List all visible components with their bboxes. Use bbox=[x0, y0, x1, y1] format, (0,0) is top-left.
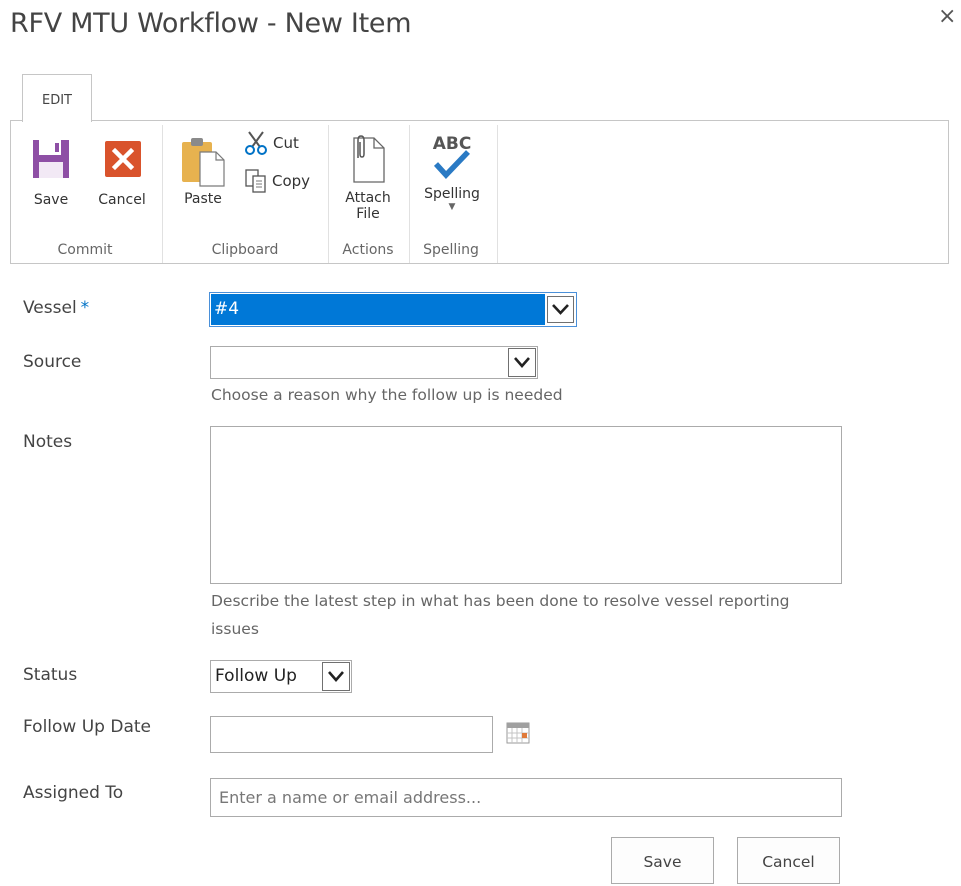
cancel-button[interactable]: Cancel bbox=[95, 138, 149, 208]
attach-label-2: File bbox=[356, 206, 380, 222]
vessel-label: Vessel * bbox=[23, 298, 90, 318]
required-indicator: * bbox=[80, 298, 90, 318]
paste-label: Paste bbox=[184, 191, 222, 207]
notes-hint: Describe the latest step in what has bee… bbox=[211, 592, 790, 638]
notes-label: Notes bbox=[23, 432, 73, 452]
source-hint: Choose a reason why the follow up is nee… bbox=[211, 386, 563, 404]
attach-file-button[interactable]: Attach File bbox=[340, 134, 396, 222]
group-label-clipboard: Clipboard bbox=[211, 242, 279, 258]
group-label-actions: Actions bbox=[342, 242, 394, 258]
save-button[interactable]: Save bbox=[28, 138, 74, 208]
calendar-icon[interactable] bbox=[506, 722, 530, 749]
assigned-to-placeholder: Enter a name or email address... bbox=[219, 788, 482, 807]
cut-button[interactable]: Cut bbox=[243, 130, 299, 156]
notes-textarea[interactable] bbox=[210, 426, 842, 584]
follow-up-date-label: Follow Up Date bbox=[23, 717, 151, 737]
divider bbox=[409, 125, 410, 263]
status-select[interactable]: Follow Up bbox=[210, 660, 352, 693]
scissors-icon bbox=[245, 131, 267, 155]
chevron-down-icon: ▼ bbox=[448, 202, 456, 212]
chevron-down-icon[interactable] bbox=[322, 662, 350, 691]
cancel-label: Cancel bbox=[98, 192, 146, 208]
close-icon[interactable]: × bbox=[938, 4, 956, 29]
source-label: Source bbox=[23, 352, 82, 372]
save-label: Save bbox=[33, 192, 69, 208]
checkmark-icon bbox=[433, 150, 470, 180]
source-select[interactable] bbox=[210, 346, 538, 379]
copy-label: Copy bbox=[272, 172, 311, 190]
attach-label: Attach bbox=[345, 190, 391, 206]
save-button[interactable]: Save bbox=[611, 837, 714, 884]
status-label: Status bbox=[23, 665, 78, 685]
copy-icon bbox=[245, 169, 266, 193]
paste-button[interactable]: Paste bbox=[178, 136, 228, 207]
save-icon bbox=[33, 140, 69, 178]
group-label-spelling: Spelling bbox=[423, 242, 479, 258]
group-label-commit: Commit bbox=[57, 242, 113, 258]
vessel-select[interactable]: #4 bbox=[209, 292, 577, 327]
cancel-icon bbox=[105, 141, 141, 177]
spelling-button[interactable]: ABC Spelling ▼ bbox=[420, 134, 484, 212]
copy-button[interactable]: Copy bbox=[244, 168, 310, 194]
vessel-value: #4 bbox=[214, 299, 240, 319]
paperclip-document-icon bbox=[353, 135, 385, 183]
divider bbox=[497, 125, 498, 263]
divider bbox=[328, 125, 329, 263]
dialog-title: RFV MTU Workflow - New Item bbox=[10, 8, 412, 39]
chevron-down-icon[interactable] bbox=[547, 296, 574, 323]
follow-up-date-input[interactable] bbox=[210, 716, 493, 753]
assigned-to-input[interactable]: Enter a name or email address... bbox=[210, 778, 842, 817]
status-value: Follow Up bbox=[215, 666, 297, 686]
paste-icon bbox=[182, 138, 225, 187]
cut-label: Cut bbox=[273, 134, 299, 152]
cancel-button[interactable]: Cancel bbox=[737, 837, 840, 884]
spelling-label: Spelling bbox=[424, 186, 480, 202]
assigned-to-label: Assigned To bbox=[23, 783, 124, 803]
chevron-down-icon[interactable] bbox=[508, 348, 536, 377]
divider bbox=[162, 125, 163, 263]
tab-edit[interactable]: EDIT bbox=[22, 74, 92, 122]
